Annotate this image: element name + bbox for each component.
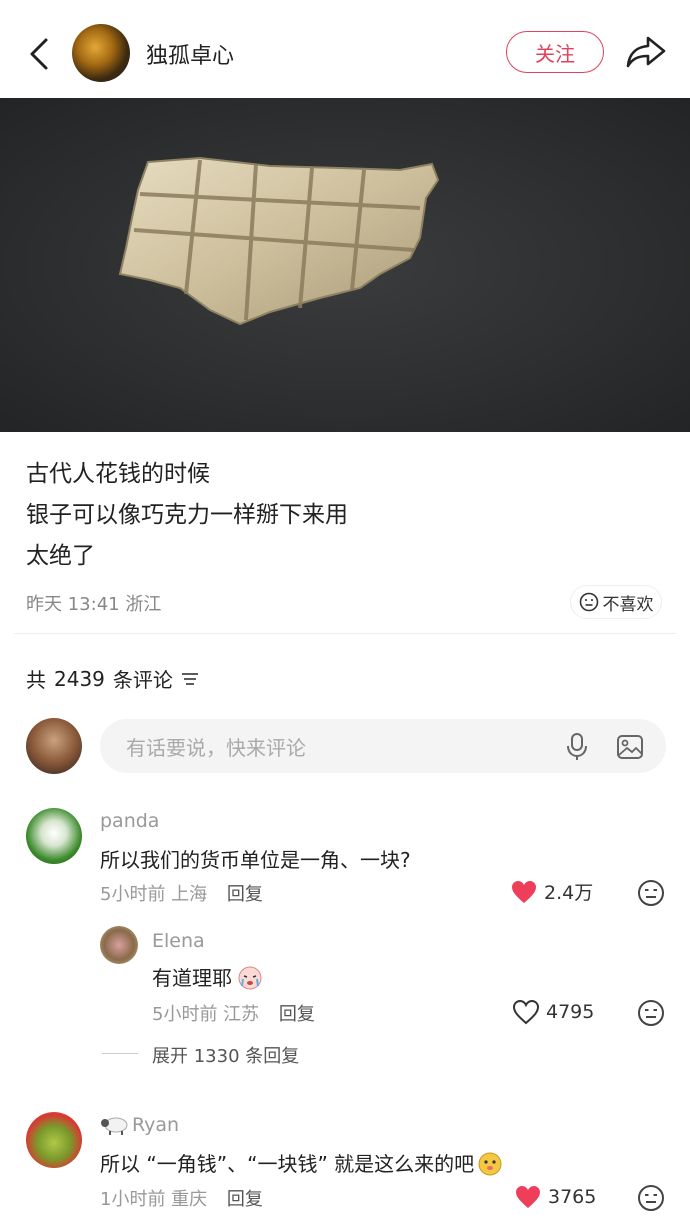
dislike-button[interactable]: 不喜欢 (570, 585, 662, 619)
author-avatar[interactable] (72, 24, 130, 82)
comment-meta: 5小时前 上海 回复 (100, 880, 263, 906)
reply-meta: 5小时前 江苏 回复 (152, 1000, 315, 1026)
post-text-line-3: 太绝了 (26, 543, 95, 569)
comments-suffix: 条评论 (112, 668, 173, 692)
share-icon[interactable] (624, 32, 668, 72)
comment-username[interactable]: panda (100, 810, 159, 832)
dislike-face-icon-2[interactable] (637, 1184, 665, 1212)
reply-text-row[interactable]: 有道理耶 (152, 962, 264, 991)
reply-dislike-face-icon[interactable] (637, 999, 665, 1027)
comments-prefix: 共 (26, 668, 46, 692)
comments-count-header[interactable]: 共 2439 条评论 (26, 664, 199, 693)
comment-username-row-2[interactable]: Ryan (100, 1114, 179, 1136)
comment-time-location-2: 1小时前 重庆 (100, 1189, 208, 1210)
comment-avatar[interactable] (26, 808, 82, 864)
comments-count: 2439 (54, 666, 105, 691)
my-avatar[interactable] (26, 718, 82, 774)
like-count-2: 3765 (548, 1186, 597, 1208)
reply-button[interactable]: 回复 (227, 884, 263, 905)
like-count: 2.4万 (544, 882, 594, 904)
comment-username-2: Ryan (132, 1114, 180, 1136)
comment-text-row-2[interactable]: 所以 “一角钱”、“一块钱” 就是这么来的吧 (100, 1148, 504, 1177)
comment-time-location: 5小时前 上海 (100, 884, 208, 905)
reply-like-button[interactable]: 4795 (512, 999, 594, 1025)
post-meta: 昨天 13:41 浙江 (26, 594, 162, 615)
like-button[interactable]: 2.4万 (510, 878, 593, 905)
post-text-line-2: 银子可以像巧克力一样掰下来用 (26, 502, 348, 528)
post-image[interactable] (0, 98, 690, 432)
follow-button[interactable]: 关注 (506, 31, 604, 73)
dislike-label: 不喜欢 (602, 594, 654, 615)
dislike-face-icon[interactable] (637, 879, 665, 907)
image-icon[interactable] (616, 734, 644, 760)
heart-outline-icon (512, 999, 540, 1025)
heart-filled-icon (512, 880, 536, 903)
expand-replies-button[interactable]: 展开 1330 条回复 (152, 1042, 299, 1068)
reply-reply-button[interactable]: 回复 (279, 1004, 315, 1025)
comment-avatar-2[interactable] (26, 1112, 82, 1168)
post-text-line-1: 古代人花钱的时候 (26, 461, 210, 487)
doge-emoji-icon (478, 1152, 502, 1175)
neutral-face-icon (579, 592, 598, 612)
expand-divider (102, 1053, 138, 1054)
comment-text-2: 所以 “一角钱”、“一块钱” 就是这么来的吧 (100, 1152, 475, 1176)
microphone-icon[interactable] (564, 732, 590, 762)
comment-text[interactable]: 所以我们的货币单位是一角、一块? (100, 844, 411, 873)
comment-meta-2: 1小时前 重庆 回复 (100, 1185, 263, 1211)
crying-emoji-icon (238, 966, 262, 989)
reply-text: 有道理耶 (152, 966, 232, 990)
reply-avatar[interactable] (100, 926, 138, 964)
sheep-icon (101, 1117, 128, 1135)
reply-time-location: 5小时前 江苏 (152, 1004, 260, 1025)
heart-filled-icon-2 (516, 1186, 540, 1208)
reply-username[interactable]: Elena (152, 930, 205, 952)
divider (14, 633, 676, 634)
sort-icon[interactable] (181, 671, 199, 687)
reply-button-2[interactable]: 回复 (227, 1189, 263, 1210)
author-name[interactable]: 独孤卓心 (146, 38, 234, 70)
back-arrow-icon[interactable] (22, 34, 58, 74)
reply-like-count: 4795 (546, 1001, 595, 1023)
like-button-2[interactable]: 3765 (514, 1184, 596, 1210)
silver-bar-image (118, 156, 440, 326)
